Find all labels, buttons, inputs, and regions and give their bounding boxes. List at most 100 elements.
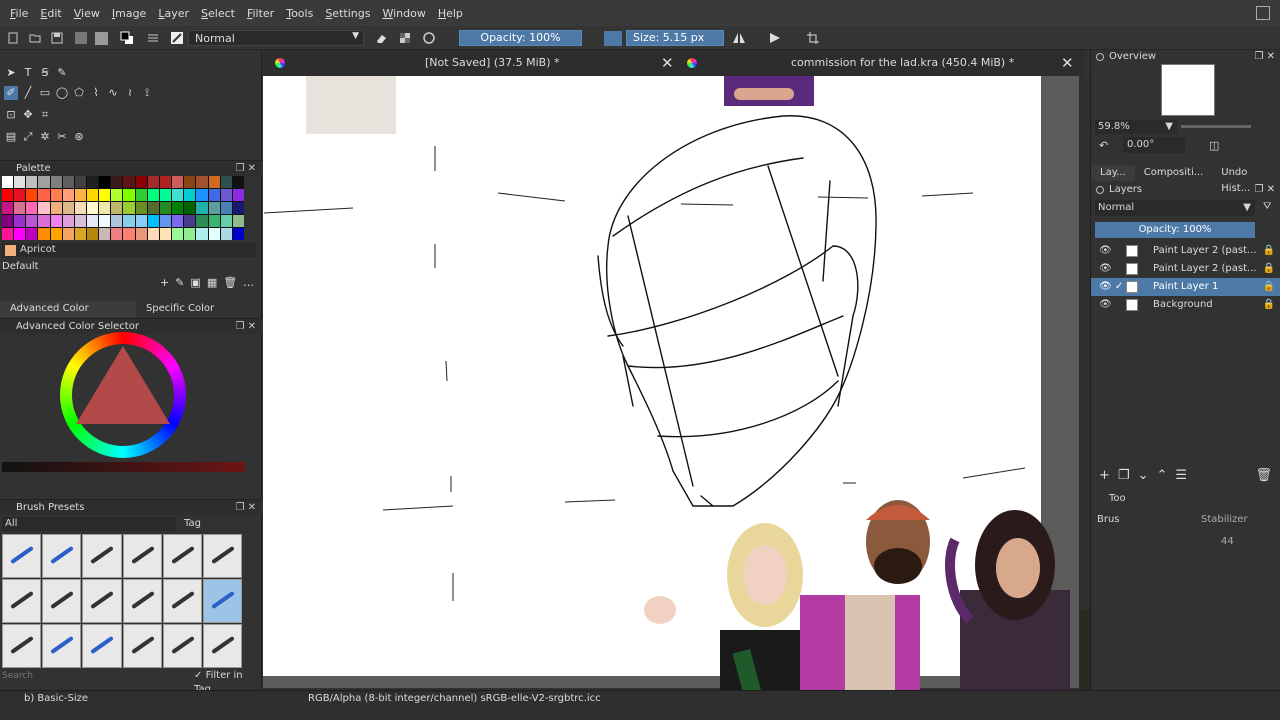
palette-swatch[interactable] bbox=[74, 228, 87, 240]
palette-swatch[interactable] bbox=[159, 202, 172, 214]
brush-preset[interactable] bbox=[42, 579, 82, 623]
palette-swatch[interactable] bbox=[184, 189, 196, 201]
palette-swatch[interactable] bbox=[99, 202, 111, 214]
palette-swatch[interactable] bbox=[74, 202, 87, 214]
palette-swatch[interactable] bbox=[14, 176, 26, 188]
palette-swatch[interactable] bbox=[26, 202, 38, 214]
palette-swatch[interactable] bbox=[87, 189, 99, 201]
brush-preset[interactable] bbox=[202, 534, 242, 578]
layer-properties-icon[interactable]: ☰ bbox=[1175, 468, 1187, 483]
color-swatch[interactable] bbox=[604, 31, 622, 46]
panel-float-close-icon[interactable]: ❐ ✕ bbox=[235, 500, 256, 516]
calligraphy-icon[interactable]: ✎ bbox=[55, 66, 69, 80]
palette-swatch[interactable] bbox=[38, 176, 50, 188]
shade-selector-bar[interactable] bbox=[2, 462, 245, 472]
palette-swatch[interactable] bbox=[172, 202, 184, 214]
freehand-path-icon[interactable]: ≀ bbox=[123, 86, 137, 100]
brush-settings-icon[interactable] bbox=[146, 31, 160, 45]
layer-row-selected[interactable]: 👁 ✓ Paint Layer 1 🔒 bbox=[1091, 278, 1280, 296]
zoom-slider[interactable] bbox=[1181, 125, 1251, 128]
rotate-icon[interactable]: ↶ bbox=[1099, 139, 1108, 152]
palette-swatch[interactable] bbox=[2, 176, 14, 188]
palette-swatch[interactable] bbox=[196, 228, 208, 240]
filter-icon[interactable]: ⛛ bbox=[1263, 201, 1271, 212]
palette-swatch[interactable] bbox=[62, 228, 74, 240]
layer-opacity-slider[interactable]: Opacity: 100% bbox=[1095, 222, 1255, 238]
wrap-around-icon[interactable] bbox=[806, 31, 820, 45]
brush-preset[interactable] bbox=[162, 579, 202, 623]
palette-swatch[interactable] bbox=[196, 215, 208, 227]
palette-swatch[interactable] bbox=[159, 176, 172, 188]
current-brush-status[interactable]: b) Basic-Size bbox=[24, 693, 88, 704]
brush-preset[interactable] bbox=[2, 534, 42, 578]
brush-preset[interactable] bbox=[42, 624, 82, 668]
palette-swatch[interactable] bbox=[184, 228, 196, 240]
palette-swatch[interactable] bbox=[135, 176, 147, 188]
menu-file[interactable]: File bbox=[4, 7, 34, 20]
palette-swatch[interactable] bbox=[208, 189, 220, 201]
palette-swatch[interactable] bbox=[196, 189, 208, 201]
palette-swatch[interactable] bbox=[99, 189, 111, 201]
palette-swatch[interactable] bbox=[62, 189, 74, 201]
palette-swatch[interactable] bbox=[2, 215, 14, 227]
tab-undo-history[interactable]: Undo Hist... bbox=[1212, 165, 1280, 194]
menu-settings[interactable]: Settings bbox=[319, 7, 376, 20]
menu-select[interactable]: Select bbox=[195, 7, 241, 20]
palette-swatch[interactable] bbox=[14, 189, 26, 201]
palette-swatch[interactable] bbox=[99, 176, 111, 188]
palette-swatch[interactable] bbox=[26, 176, 38, 188]
move-layer-down-icon[interactable]: ⌄ bbox=[1138, 468, 1149, 483]
menu-view[interactable]: View bbox=[68, 7, 106, 20]
bezier-tool-icon[interactable]: ∿ bbox=[106, 86, 120, 100]
palette-swatch[interactable] bbox=[2, 228, 14, 240]
opacity-slider[interactable]: Opacity: 100% bbox=[459, 30, 582, 46]
tab-compositions[interactable]: Compositi... bbox=[1135, 165, 1213, 181]
rotation-spinbox[interactable]: 0.00° bbox=[1123, 137, 1185, 153]
palette-swatch[interactable] bbox=[123, 176, 135, 188]
brush-preset[interactable] bbox=[202, 624, 242, 668]
palette-swatch[interactable] bbox=[50, 202, 62, 214]
palette-swatches[interactable] bbox=[2, 176, 244, 240]
layer-lock-icon[interactable]: 🔒 bbox=[1263, 242, 1275, 260]
gradient-tool-icon[interactable]: ▤ bbox=[4, 130, 18, 144]
palette-swatch[interactable] bbox=[87, 215, 99, 227]
palette-swatch[interactable] bbox=[232, 215, 244, 227]
rectangle-tool-icon[interactable]: ▭ bbox=[38, 86, 52, 100]
gradient-icon[interactable] bbox=[74, 31, 88, 45]
text-tool-icon[interactable]: T bbox=[21, 66, 35, 80]
close-icon[interactable]: ✕ bbox=[661, 50, 674, 76]
window-layout-icon[interactable] bbox=[1256, 6, 1270, 20]
palette-swatch[interactable] bbox=[38, 202, 50, 214]
palette-swatch[interactable] bbox=[184, 176, 196, 188]
palette-swatch[interactable] bbox=[111, 189, 123, 201]
palette-swatch[interactable] bbox=[147, 176, 159, 188]
menu-image[interactable]: Image bbox=[106, 7, 152, 20]
palette-swatch[interactable] bbox=[172, 215, 184, 227]
brush-preset-icon[interactable] bbox=[170, 31, 184, 45]
brush-preset[interactable] bbox=[122, 534, 162, 578]
menu-help[interactable]: Help bbox=[432, 7, 469, 20]
palette-swatch[interactable] bbox=[147, 189, 159, 201]
brush-search-input[interactable]: Search bbox=[2, 669, 186, 683]
layer-lock-icon[interactable]: 🔒 bbox=[1263, 260, 1275, 278]
select-shapes-icon[interactable]: ➤ bbox=[4, 66, 18, 80]
brush-preset[interactable] bbox=[42, 534, 82, 578]
palette-swatch[interactable] bbox=[208, 228, 220, 240]
palette-swatch[interactable] bbox=[172, 176, 184, 188]
palette-swatch[interactable] bbox=[196, 202, 208, 214]
visibility-icon[interactable]: 👁 bbox=[1099, 242, 1112, 260]
current-color-field[interactable]: Apricot bbox=[2, 243, 256, 257]
visibility-icon[interactable]: 👁 bbox=[1099, 260, 1112, 278]
layer-row[interactable]: 👁 Paint Layer 2 (past... 🔒 bbox=[1091, 242, 1280, 260]
layer-lock-icon[interactable]: 🔒 bbox=[1263, 296, 1275, 314]
brush-preset[interactable] bbox=[82, 534, 122, 578]
palette-swatch[interactable] bbox=[99, 215, 111, 227]
alpha-lock-icon[interactable] bbox=[398, 31, 412, 45]
menu-layer[interactable]: Layer bbox=[152, 7, 195, 20]
palette-swatch[interactable] bbox=[208, 215, 220, 227]
palette-swatch[interactable] bbox=[74, 176, 87, 188]
menu-edit[interactable]: Edit bbox=[34, 7, 67, 20]
palette-swatch[interactable] bbox=[50, 228, 62, 240]
mirror-vertical-icon[interactable] bbox=[768, 31, 782, 45]
brush-preset[interactable] bbox=[122, 624, 162, 668]
